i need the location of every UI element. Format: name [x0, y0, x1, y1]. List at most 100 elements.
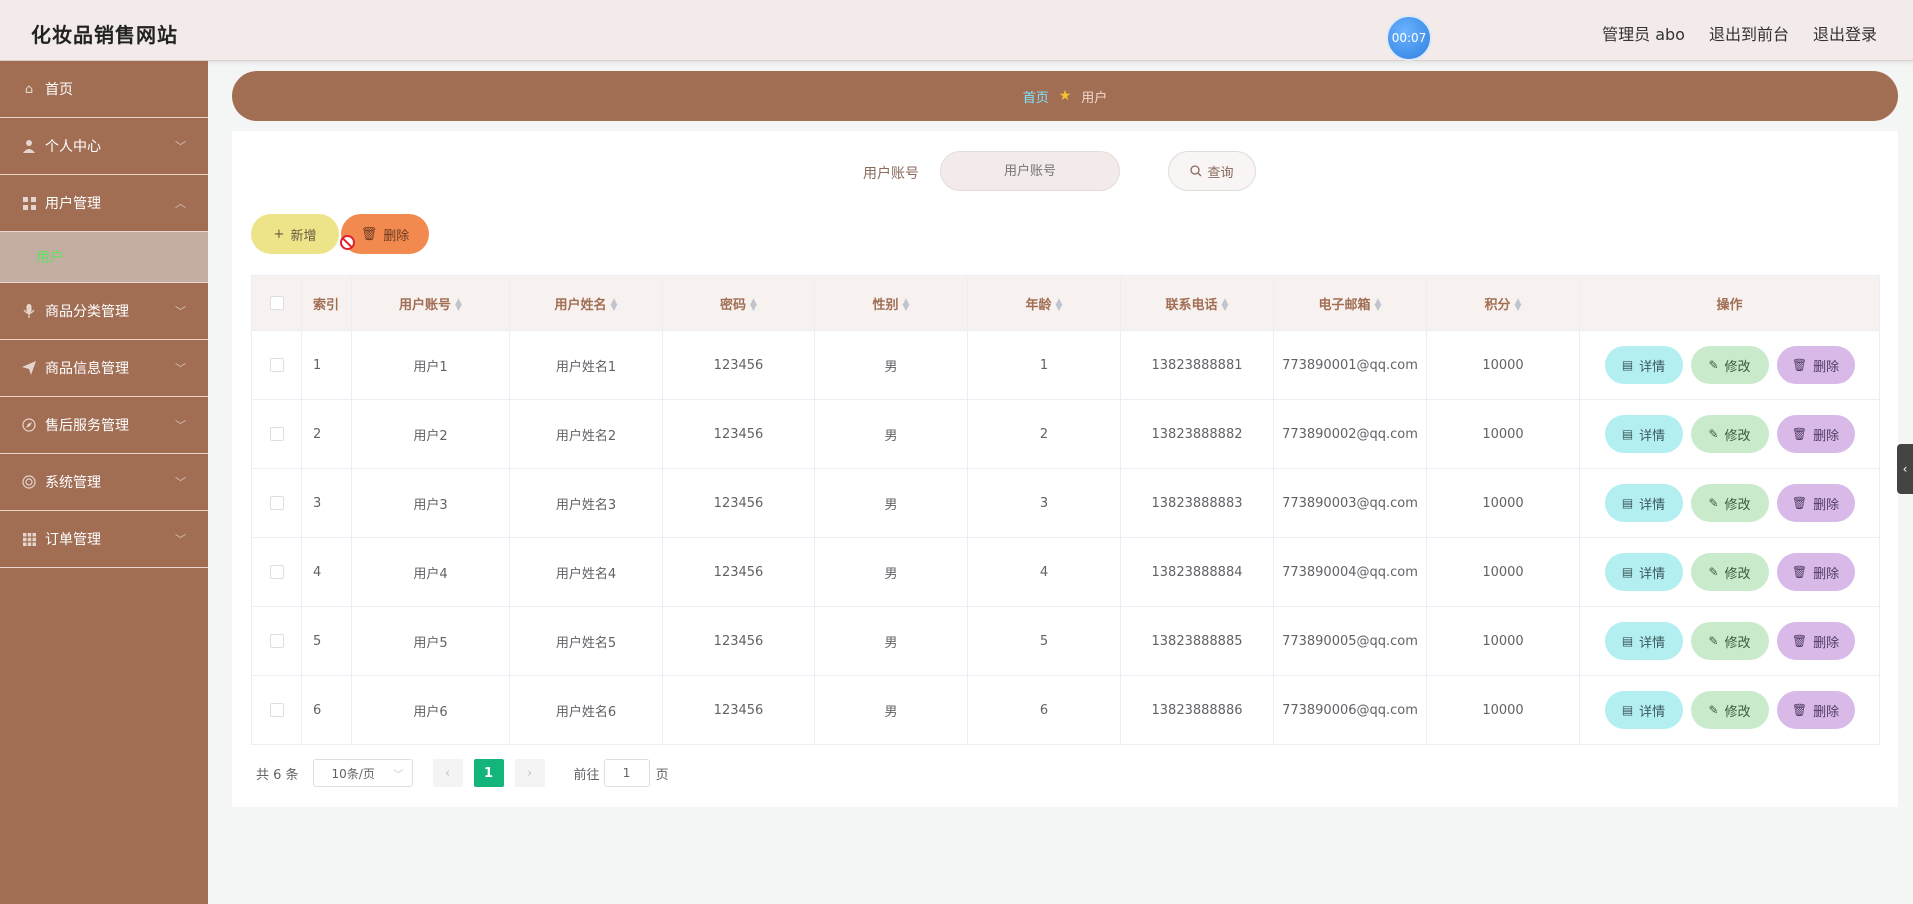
- delete-button[interactable]: 🗑 删除: [1776, 415, 1855, 453]
- row-checkbox[interactable]: [251, 606, 302, 676]
- not-allowed-cursor-icon: [340, 235, 355, 250]
- exit-to-front-link[interactable]: 退出到前台: [1709, 21, 1789, 45]
- cell-password: 123456: [662, 675, 815, 745]
- column-header-gender[interactable]: 性别 ▲ ▼: [814, 275, 968, 331]
- sidebar-item-label: 订单管理: [45, 532, 101, 548]
- pencil-icon: ✎: [1708, 634, 1719, 648]
- cell-phone: 13823888885: [1120, 606, 1274, 676]
- row-checkbox[interactable]: [251, 537, 302, 607]
- goto-prefix: 前往: [573, 767, 600, 783]
- sidebar-item-profile[interactable]: 个人中心 ﹀: [0, 118, 208, 175]
- cell-phone: 13823888882: [1120, 399, 1274, 469]
- top-header: 化妆品销售网站 00:07 管理员 abo 退出到前台 退出登录: [0, 0, 1913, 61]
- table-row: 3 用户3 用户姓名3 123456 男 3 13823888883 773890003@qq…: [251, 468, 1880, 538]
- detail-button[interactable]: ▤ 详情: [1604, 691, 1683, 729]
- select-all-checkbox[interactable]: [251, 275, 302, 331]
- email-text: 773890001@qq.com: [1282, 357, 1418, 373]
- edit-button[interactable]: ✎ 修改: [1690, 691, 1769, 729]
- timer-badge: 00:07: [1386, 15, 1432, 61]
- column-header-phone[interactable]: 联系电话 ▲ ▼: [1120, 275, 1274, 331]
- breadcrumb-home-link[interactable]: 首页: [1023, 87, 1049, 106]
- sidebar-item-home[interactable]: ⌂ 首页: [0, 61, 208, 118]
- grid-icon: [21, 195, 37, 211]
- collapse-panel-tab[interactable]: ‹: [1897, 444, 1913, 494]
- cell-actions: ▤ 详情 ✎ 修改 🗑 删除: [1579, 330, 1880, 400]
- search-input[interactable]: [940, 151, 1120, 191]
- delete-button[interactable]: 🗑 删除: [1776, 691, 1855, 729]
- goto-page-input[interactable]: [603, 759, 650, 787]
- sidebar-item-product-management[interactable]: 商品信息管理 ﹀: [0, 340, 208, 397]
- column-header-account[interactable]: 用户账号 ▲ ▼: [351, 275, 510, 331]
- trash-icon: 🗑: [1791, 634, 1808, 648]
- prev-page-button[interactable]: ‹: [432, 759, 463, 787]
- email-text: 773890004@qq.com: [1282, 564, 1418, 580]
- sidebar-item-label: 首页: [45, 82, 73, 98]
- edit-button[interactable]: ✎ 修改: [1690, 415, 1769, 453]
- cell-email: 773890005@qq.com: [1273, 606, 1427, 676]
- sidebar-item-system-management[interactable]: 系统管理 ﹀: [0, 454, 208, 511]
- cell-email: 773890006@qq.com: [1273, 675, 1427, 745]
- edit-button[interactable]: ✎ 修改: [1690, 622, 1769, 660]
- cell-password: 123456: [662, 330, 815, 400]
- column-header-points[interactable]: 积分 ▲ ▼: [1426, 275, 1580, 331]
- page-number-current[interactable]: 1: [473, 759, 504, 787]
- cell-age: 5: [967, 606, 1121, 676]
- cell-email: 773890001@qq.com: [1273, 330, 1427, 400]
- next-page-button[interactable]: ›: [514, 759, 545, 787]
- edit-button[interactable]: ✎ 修改: [1690, 484, 1769, 522]
- cell-gender: 男: [814, 468, 968, 538]
- edit-button[interactable]: ✎ 修改: [1690, 346, 1769, 384]
- cell-account: 用户5: [351, 606, 510, 676]
- delete-button[interactable]: 🗑 删除: [1776, 553, 1855, 591]
- logout-link[interactable]: 退出登录: [1813, 21, 1877, 45]
- column-header-age[interactable]: 年龄 ▲ ▼: [967, 275, 1121, 331]
- batch-delete-label: 删除: [383, 228, 410, 244]
- sidebar-subitem-users[interactable]: 用户: [0, 232, 208, 283]
- column-header-email[interactable]: 电子邮箱 ▲ ▼: [1273, 275, 1427, 331]
- delete-button[interactable]: 🗑 删除: [1776, 622, 1855, 660]
- table-header-row: 索引 用户账号 ▲ ▼ 用户姓名 ▲ ▼ 密码 ▲ ▼ 性别 ▲ ▼ 年龄 ▲ ▼ 联系电话 ▲ ▼ 电…: [251, 275, 1880, 331]
- detail-button[interactable]: ▤ 详情: [1604, 553, 1683, 591]
- sidebar-item-user-management[interactable]: 用户管理 ︿: [0, 175, 208, 232]
- search-label: 用户账号: [863, 166, 919, 182]
- detail-button[interactable]: ▤ 详情: [1604, 415, 1683, 453]
- cell-points: 10000: [1426, 675, 1580, 745]
- detail-button[interactable]: ▤ 详情: [1604, 484, 1683, 522]
- sort-icon: ▲ ▼: [1221, 297, 1229, 313]
- sidebar-item-order-management[interactable]: 订单管理 ﹀: [0, 511, 208, 568]
- cell-age: 2: [967, 399, 1121, 469]
- row-checkbox[interactable]: [251, 330, 302, 400]
- cell-account: 用户2: [351, 399, 510, 469]
- compass-icon: [21, 417, 37, 433]
- sort-icon: ▲ ▼: [1055, 297, 1063, 313]
- add-button[interactable]: + 新增: [251, 214, 339, 254]
- sidebar-item-category-management[interactable]: 商品分类管理 ﹀: [0, 283, 208, 340]
- cell-name: 用户姓名3: [509, 468, 663, 538]
- cell-points: 10000: [1426, 399, 1580, 469]
- cell-points: 10000: [1426, 330, 1580, 400]
- sidebar-item-after-sales-management[interactable]: 售后服务管理 ﹀: [0, 397, 208, 454]
- edit-button[interactable]: ✎ 修改: [1690, 553, 1769, 591]
- detail-button[interactable]: ▤ 详情: [1604, 346, 1683, 384]
- trash-icon: 🗑: [1791, 427, 1808, 441]
- cell-name: 用户姓名1: [509, 330, 663, 400]
- column-header-password[interactable]: 密码 ▲ ▼: [662, 275, 815, 331]
- column-header-actions: 操作: [1579, 275, 1880, 331]
- paper-plane-icon: [21, 360, 37, 376]
- search-button[interactable]: 查询: [1168, 151, 1256, 191]
- column-header-name[interactable]: 用户姓名 ▲ ▼: [509, 275, 663, 331]
- row-checkbox[interactable]: [251, 468, 302, 538]
- row-checkbox[interactable]: [251, 675, 302, 745]
- delete-button[interactable]: 🗑 删除: [1776, 346, 1855, 384]
- delete-button[interactable]: 🗑 删除: [1776, 484, 1855, 522]
- row-checkbox[interactable]: [251, 399, 302, 469]
- pencil-icon: ✎: [1708, 565, 1719, 579]
- cell-phone: 13823888883: [1120, 468, 1274, 538]
- chevron-down-icon: ﹀: [393, 769, 404, 781]
- page-size-select[interactable]: 10条/页 ﹀: [312, 759, 413, 787]
- cell-phone: 13823888886: [1120, 675, 1274, 745]
- cell-gender: 男: [814, 399, 968, 469]
- cell-index: 3: [301, 468, 352, 538]
- detail-button[interactable]: ▤ 详情: [1604, 622, 1683, 660]
- batch-delete-button[interactable]: 🗑 删除: [341, 214, 429, 254]
